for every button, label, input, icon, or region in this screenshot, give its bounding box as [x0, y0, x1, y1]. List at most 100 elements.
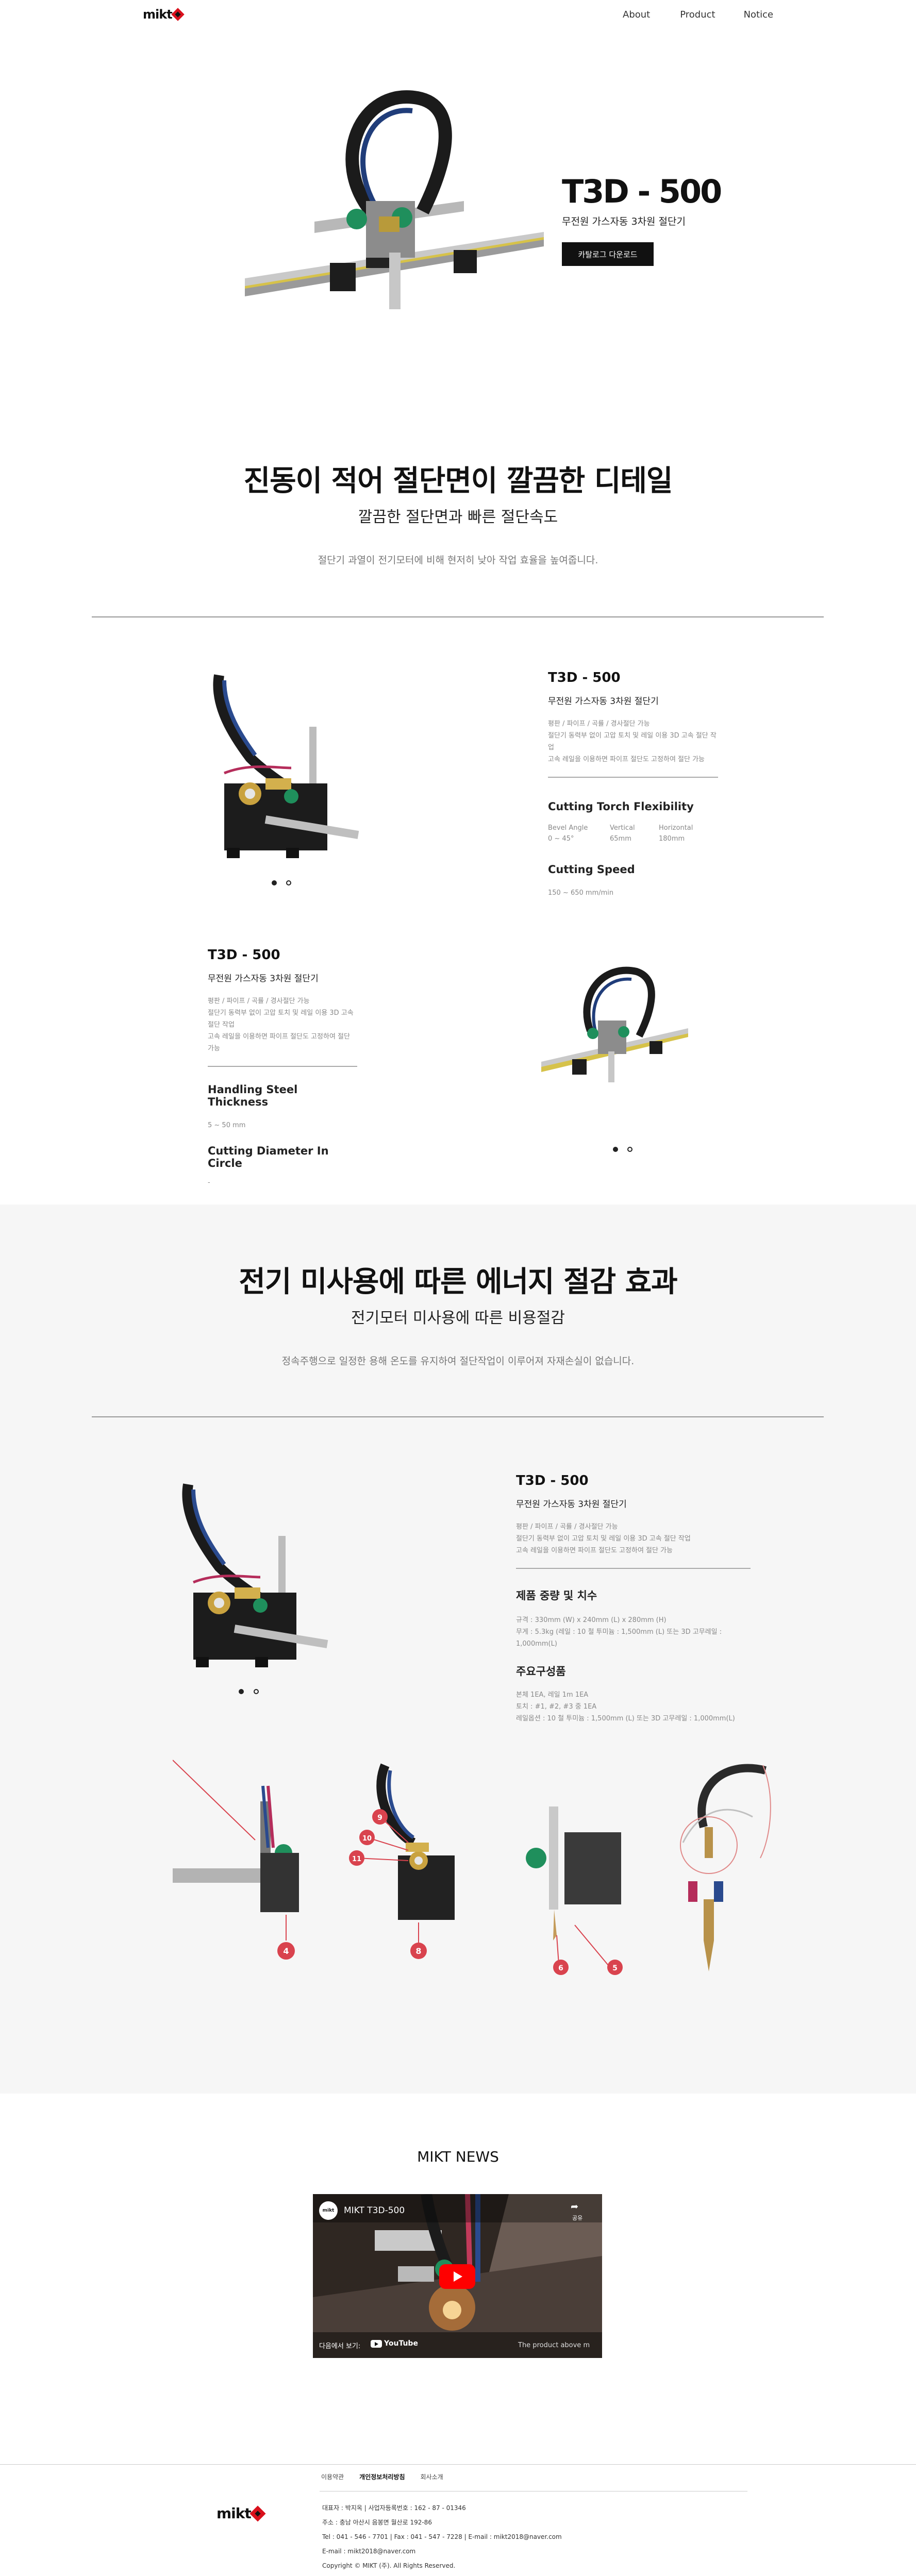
- carousel-c-dot-2[interactable]: [254, 1689, 259, 1694]
- nav-product[interactable]: Product: [680, 9, 715, 20]
- feature-line: 고속 레일을 이용하면 파이프 절단도 고정하여 절단 가능: [208, 1033, 350, 1052]
- section1-title: 진동이 적어 절단면이 깔끔한 디테일: [243, 464, 673, 498]
- callout-number: 6: [558, 1964, 563, 1972]
- play-button[interactable]: [439, 2264, 475, 2289]
- privacy-link[interactable]: 개인정보처리방침: [359, 2472, 405, 2481]
- carousel-a-dot-2[interactable]: [286, 880, 291, 885]
- carousel-b-dot-1[interactable]: [613, 1147, 618, 1152]
- footer-logo[interactable]: mikt: [216, 2505, 266, 2522]
- flex-label: Bevel Angle: [548, 824, 588, 832]
- circle-diameter-heading: Cutting Diameter In Circle: [208, 1145, 329, 1169]
- section2-title: 전기 미사용에 따른 에너지 절감 효과: [239, 1265, 677, 1299]
- product-b-subtitle: 무전원 가스자동 3차원 절단기: [208, 974, 319, 984]
- flex-value: 0 ~ 45°: [548, 835, 574, 843]
- youtube-logo[interactable]: YouTube: [371, 2339, 418, 2348]
- play-icon: [454, 2271, 462, 2282]
- detail-image-1: 4: [173, 1760, 299, 1960]
- steel-thickness-heading: Handling Steel Thickness: [208, 1083, 298, 1108]
- product-c-features: 평판 / 파이프 / 곡률 / 경사절단 가능 절단기 동력부 없이 고압 토치…: [516, 1521, 751, 1557]
- carousel-b-dot-2[interactable]: [627, 1147, 632, 1152]
- share-label: 공유: [572, 2215, 583, 2221]
- footer-logo-text: mikt: [216, 2505, 252, 2522]
- product-b-features: 평판 / 파이프 / 곡률 / 경사절단 가능 절단기 동력부 없이 고압 토치…: [208, 995, 357, 1055]
- news-title: MIKT NEWS: [417, 2148, 499, 2165]
- weight-dimension-list: 규격 : 330mm (W) x 240mm (L) x 280mm (H) 무…: [516, 1614, 751, 1650]
- flex-label: Vertical: [610, 824, 635, 832]
- detail-image-4: [680, 1764, 771, 1971]
- weight-dimension-heading: 제품 중량 및 치수: [516, 1590, 597, 1602]
- hero-product-image: [245, 90, 544, 309]
- detail-image-3: 6 5: [526, 1806, 623, 1975]
- section2-divider: [92, 1416, 824, 1417]
- callout-number: 11: [352, 1855, 361, 1863]
- site-header: mikt About Product Notice: [0, 0, 916, 34]
- section2-subtitle: 전기모터 미사용에 따른 비용절감: [351, 1309, 565, 1327]
- feature-line: 평판 / 파이프 / 곡률 / 경사절단 가능: [516, 1523, 618, 1531]
- component-line: 본체 1EA, 레일 1m 1EA: [516, 1691, 589, 1699]
- product-b-image: [541, 966, 688, 1082]
- section1-desc: 절단기 과열이 전기모터에 비해 현저히 낮아 작업 효율을 높여줍니다.: [318, 555, 598, 566]
- cutting-speed-value: 150 ~ 650 mm/min: [548, 889, 614, 897]
- hero-subtitle: 무전원 가스자동 3차원 절단기: [562, 216, 686, 227]
- terms-link[interactable]: 이용약관: [321, 2472, 344, 2481]
- flex-value: 180mm: [659, 835, 685, 843]
- feature-line: 평판 / 파이프 / 곡률 / 경사절단 가능: [208, 997, 310, 1005]
- section1-divider: [92, 616, 824, 617]
- nav-notice[interactable]: Notice: [744, 9, 774, 20]
- footer-info-line: Tel : 041 - 546 - 7701 | Fax : 041 - 547…: [322, 2533, 562, 2540]
- flex-value: 65mm: [610, 835, 631, 843]
- footer-divider: [0, 2464, 916, 2465]
- cutting-speed-heading: Cutting Speed: [548, 863, 635, 876]
- feature-line: 평판 / 파이프 / 곡률 / 경사절단 가능: [548, 720, 650, 728]
- footer-info-line: E-mail : mikt2018@naver.com: [322, 2548, 416, 2555]
- product-b-title: T3D - 500: [208, 947, 280, 963]
- components-list: 본체 1EA, 레일 1m 1EA 토치 : #1, #2, #3 중 1EA …: [516, 1689, 751, 1725]
- component-line: 토치 : #1, #2, #3 중 1EA: [516, 1703, 597, 1711]
- product-c-image: [182, 1483, 328, 1667]
- section1-subtitle: 깔끔한 절단면과 빠른 절단속도: [358, 508, 558, 526]
- watch-on-label: 다음에서 보기:: [319, 2343, 361, 2350]
- main-nav: About Product Notice: [623, 9, 773, 20]
- video-caption: The product above m: [518, 2341, 590, 2349]
- feature-line: 고속 레일을 이용하면 파이프 절단도 고정하여 절단 가능: [548, 756, 705, 763]
- channel-avatar[interactable]: mikt: [319, 2201, 338, 2220]
- product-a-title: T3D - 500: [548, 670, 621, 685]
- feature-line: 절단기 동력부 없이 고압 토치 및 레일 이용 3D 고속 절단 작업: [548, 732, 717, 751]
- share-icon[interactable]: ➦: [571, 2201, 578, 2212]
- product-a-features: 평판 / 파이프 / 곡률 / 경사절단 가능 절단기 동력부 없이 고압 토치…: [548, 718, 718, 765]
- product-c-subtitle: 무전원 가스자동 3차원 절단기: [516, 1499, 627, 1510]
- logo-text: mikt: [143, 7, 173, 22]
- product-b-specs: T3D - 500 무전원 가스자동 3차원 절단기 평판 / 파이프 / 곡률…: [208, 947, 357, 1186]
- footer-copyright: Copyright © MIKT (주). All Rights Reserve…: [322, 2562, 456, 2569]
- catalog-download-button[interactable]: 카탈로그 다운로드: [562, 242, 654, 266]
- callout-number: 5: [612, 1964, 618, 1972]
- footer-info-line: 주소 : 충남 아산시 음봉면 월산로 192-86: [322, 2519, 432, 2526]
- spec-divider: [548, 777, 718, 778]
- components-heading: 주요구성품: [516, 1665, 566, 1678]
- circle-diameter-value: -: [208, 1179, 210, 1186]
- footer-links: 이용약관 개인정보처리방침 회사소개: [321, 2472, 443, 2481]
- site-logo[interactable]: mikt: [143, 7, 185, 22]
- logo-diamond-icon: [171, 8, 185, 21]
- carousel-a-dot-1[interactable]: [272, 880, 277, 885]
- section2-desc: 정속주행으로 일정한 용해 온도를 유지하여 절단작업이 이루어져 자재손실이 …: [281, 1356, 635, 1367]
- steel-thickness-value: 5 ~ 50 mm: [208, 1122, 246, 1129]
- callout-number: 10: [362, 1835, 372, 1843]
- youtube-video-player[interactable]: mikt MIKT T3D-500 ➦ 공유 다음에서 보기: YouTube …: [313, 2194, 602, 2358]
- weight-line: 규격 : 330mm (W) x 240mm (L) x 280mm (H): [516, 1616, 667, 1624]
- detail-image-2: 9 10 11 8: [349, 1763, 455, 1959]
- torch-flexibility-heading: Cutting Torch Flexibility: [548, 800, 694, 813]
- flexibility-table: Bevel Angle 0 ~ 45° Vertical 65mm Horizo…: [548, 824, 718, 843]
- youtube-wordmark: YouTube: [384, 2339, 418, 2348]
- spec-divider: [516, 1568, 751, 1569]
- company-link[interactable]: 회사소개: [421, 2472, 443, 2481]
- feature-line: 고속 레일을 이용하면 파이프 절단도 고정하여 절단 가능: [516, 1547, 673, 1554]
- carousel-c-dot-1[interactable]: [239, 1689, 244, 1694]
- weight-line: 무게 : 5.3kg (레일 : 10 철 투미늄 : 1,500mm (L) …: [516, 1628, 722, 1648]
- product-c-title: T3D - 500: [516, 1473, 589, 1488]
- component-line: 레일옵션 : 10 철 투미늄 : 1,500mm (L) 또는 3D 고무레일…: [516, 1715, 735, 1722]
- video-title[interactable]: MIKT T3D-500: [344, 2205, 405, 2216]
- callout-number: 8: [415, 1946, 421, 1956]
- footer-info-line: 대표자 : 박지옥 | 사업자등록번호 : 162 - 87 - 01346: [322, 2504, 466, 2512]
- nav-about[interactable]: About: [623, 9, 650, 20]
